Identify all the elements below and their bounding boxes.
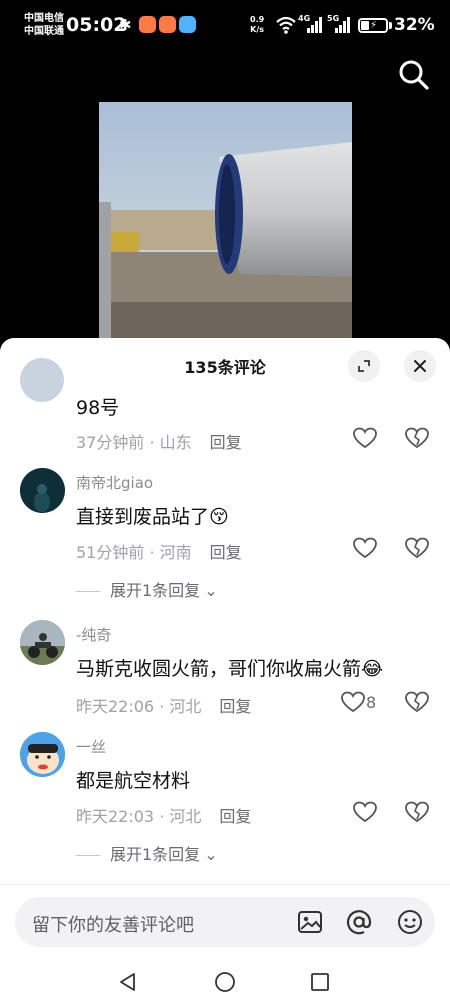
carrier-labels: 中国电信 中国联通 — [24, 12, 64, 38]
battery-fill — [361, 21, 369, 30]
expand-icon — [358, 360, 370, 372]
dislike-broken-heart-icon[interactable] — [404, 800, 430, 824]
signal-icon — [307, 17, 322, 33]
video-scene-image — [99, 102, 352, 338]
reply-button[interactable]: 回复 — [210, 543, 242, 562]
net-speed-value: 0.9 — [250, 15, 265, 24]
comment-text: 马斯克收圆火箭，哥们你收扁火箭 — [76, 658, 362, 680]
battery-icon: ⚡ — [358, 18, 388, 33]
net-speed: 0.9 K/s — [250, 15, 264, 35]
mention-at-icon[interactable] — [346, 909, 372, 935]
avatar[interactable] — [20, 620, 65, 665]
clock: 05:02 — [66, 14, 127, 36]
comment-meta: 37分钟前 · 山东 回复 — [76, 429, 242, 453]
like-count: 8 — [366, 693, 377, 712]
wifi-icon — [276, 16, 296, 34]
comment-text-line: 马斯克收圆火箭，哥们你收扁火箭😂 — [76, 654, 383, 681]
avatar[interactable] — [20, 468, 65, 513]
comment-text: 98号 — [76, 397, 120, 419]
comment-username[interactable]: -纯奇 — [76, 624, 111, 645]
like-heart-icon[interactable] — [352, 426, 378, 450]
battery-percent: 32% — [394, 15, 435, 35]
expand-replies-button[interactable]: 展开1条回复 ⌄ — [76, 841, 218, 865]
avatar-image — [20, 620, 65, 665]
comment-count-title: 135条评论 — [184, 358, 266, 377]
comment-input-bar: 留下你的友善评论吧 — [0, 884, 450, 958]
expand-divider-line — [76, 855, 100, 856]
carrier-1: 中国电信 — [24, 13, 64, 24]
emoji-icon[interactable] — [397, 909, 423, 935]
dislike-broken-heart-icon[interactable] — [404, 690, 430, 714]
home-circle-icon[interactable] — [213, 970, 237, 994]
comment-time-location: 昨天22:03 · 河北 — [76, 807, 202, 826]
recents-square-icon[interactable] — [308, 970, 332, 994]
comment-meta: 51分钟前 · 河南 回复 — [76, 539, 242, 563]
expand-replies-label: 展开1条回复 — [110, 581, 201, 600]
status-bar: 中国电信 中国联通 05:02 ✱ 0.9 K/s 4G 5G ⚡ 32% — [0, 0, 450, 52]
comment-meta: 昨天22:06 · 河北 回复 — [76, 693, 251, 717]
chevron-down-icon: ⌄ — [204, 581, 218, 600]
battery-tip — [389, 22, 392, 29]
expand-replies-label: 展开1条回复 — [110, 845, 201, 864]
like-heart-icon[interactable] — [340, 690, 366, 714]
reply-button[interactable]: 回复 — [219, 807, 251, 826]
app-notification-icon — [139, 16, 156, 33]
comment-text-line: 直接到废品站了😚 — [76, 502, 229, 529]
reply-button[interactable]: 回复 — [219, 697, 251, 716]
comment-text: 都是航空材料 — [76, 770, 191, 792]
comment-input-placeholder: 留下你的友善评论吧 — [32, 915, 194, 936]
like-heart-icon[interactable] — [352, 800, 378, 824]
video-thumbnail[interactable] — [99, 102, 352, 338]
reply-button[interactable]: 回复 — [210, 433, 242, 452]
charging-icon: ⚡ — [370, 20, 378, 31]
expand-sheet-button[interactable] — [348, 350, 380, 382]
close-sheet-button[interactable] — [404, 350, 436, 382]
back-triangle-icon[interactable] — [116, 970, 140, 994]
comment-username[interactable]: 一丝 — [76, 736, 106, 757]
image-icon[interactable] — [297, 909, 323, 935]
signal-icon — [335, 17, 350, 33]
chevron-down-icon: ⌄ — [204, 845, 218, 864]
expand-replies-button[interactable]: 展开1条回复 ⌄ — [76, 577, 218, 601]
comment-username[interactable]: 南帝北giao — [76, 472, 153, 493]
dislike-broken-heart-icon[interactable] — [404, 536, 430, 560]
comment-emoji: 😚 — [209, 506, 229, 528]
app-notification-icon — [159, 16, 176, 33]
comment-input[interactable]: 留下你的友善评论吧 — [15, 897, 435, 947]
avatar[interactable] — [20, 732, 65, 777]
net-speed-unit: K/s — [250, 25, 265, 34]
carrier-2: 中国联通 — [24, 26, 64, 37]
avatar-image — [20, 732, 65, 777]
close-icon — [414, 360, 426, 372]
avatar-image — [20, 468, 65, 513]
comment-time-location: 51分钟前 · 河南 — [76, 543, 192, 562]
search-icon[interactable] — [396, 57, 432, 93]
dislike-broken-heart-icon[interactable] — [404, 426, 430, 450]
comment-time-location: 37分钟前 · 山东 — [76, 433, 192, 452]
weather-icon — [179, 16, 196, 33]
comment-time-location: 昨天22:06 · 河北 — [76, 697, 202, 716]
expand-divider-line — [76, 591, 100, 592]
avatar[interactable] — [20, 358, 64, 402]
comment-emoji: 😂 — [361, 658, 384, 680]
comment-meta: 昨天22:03 · 河北 回复 — [76, 803, 251, 827]
bluetooth-icon: ✱ — [119, 16, 132, 34]
system-nav-bar — [0, 958, 450, 1006]
like-heart-icon[interactable] — [352, 536, 378, 560]
comment-text: 直接到废品站了 — [76, 506, 210, 528]
